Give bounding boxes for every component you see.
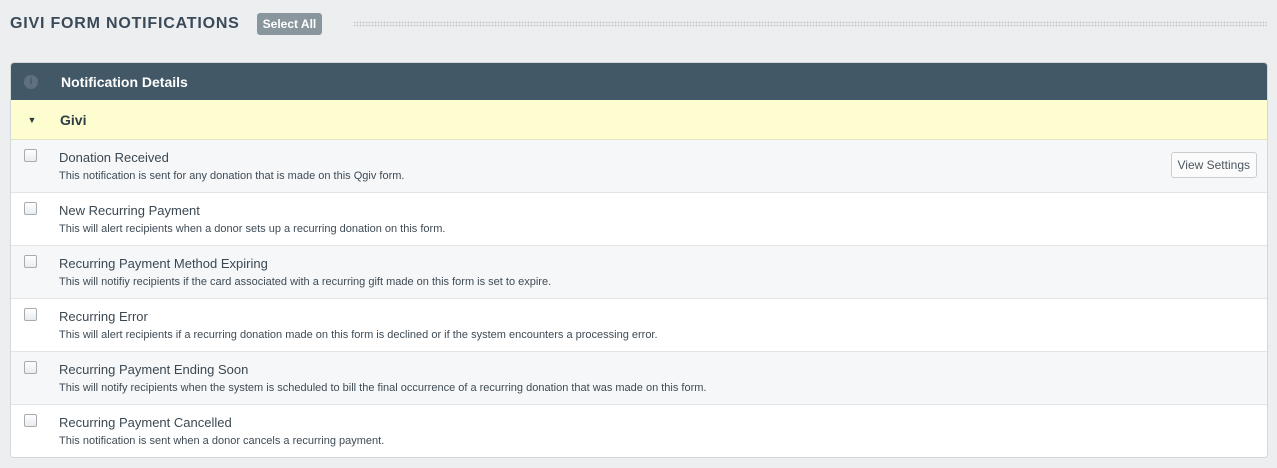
notification-row: Recurring Payment Method Expiring This w… — [11, 246, 1267, 299]
notification-description: This notification is sent for any donati… — [59, 170, 405, 182]
header-divider — [353, 21, 1267, 27]
notification-description: This will alert recipients when a donor … — [59, 223, 446, 235]
page-header: GIVI FORM NOTIFICATIONS Select All — [10, 10, 1267, 38]
notification-title: Recurring Payment Ending Soon — [59, 362, 249, 377]
notification-description: This will alert recipients if a recurrin… — [59, 329, 658, 341]
notification-row: Recurring Payment Cancelled This notific… — [11, 405, 1267, 457]
panel-header: i Notification Details — [11, 63, 1267, 100]
notification-checkbox[interactable] — [24, 361, 37, 374]
notification-checkbox[interactable] — [24, 255, 37, 268]
notification-row: Recurring Error This will alert recipien… — [11, 299, 1267, 352]
notification-row: Recurring Payment Ending Soon This will … — [11, 352, 1267, 405]
group-row-givi[interactable]: ▼ Givi — [11, 100, 1267, 140]
notification-checkbox[interactable] — [24, 414, 37, 427]
page-title: GIVI FORM NOTIFICATIONS — [10, 15, 240, 32]
notification-checkbox[interactable] — [24, 149, 37, 162]
notification-title: Donation Received — [59, 150, 169, 165]
notification-description: This notification is sent when a donor c… — [59, 435, 385, 447]
notification-title: Recurring Payment Method Expiring — [59, 256, 268, 271]
group-label: Givi — [60, 111, 87, 128]
notification-description: This will notify recipients when the sys… — [59, 382, 707, 394]
notification-title: New Recurring Payment — [59, 203, 200, 218]
notification-details-panel: i Notification Details ▼ Givi Donation R… — [10, 62, 1268, 458]
panel-title: Notification Details — [61, 73, 188, 90]
notifications-page: GIVI FORM NOTIFICATIONS Select All i Not… — [0, 0, 1277, 468]
notification-title: Recurring Error — [59, 309, 148, 324]
select-all-button[interactable]: Select All — [256, 13, 323, 35]
info-icon: i — [24, 74, 38, 89]
notification-description: This will notifiy recipients if the card… — [59, 276, 552, 288]
notification-row: Donation Received This notification is s… — [11, 140, 1267, 193]
caret-down-icon[interactable]: ▼ — [25, 115, 39, 125]
notification-title: Recurring Payment Cancelled — [59, 415, 232, 430]
view-settings-button[interactable]: View Settings — [1170, 152, 1257, 178]
notification-checkbox[interactable] — [24, 202, 37, 215]
notification-row: New Recurring Payment This will alert re… — [11, 193, 1267, 246]
notification-checkbox[interactable] — [24, 308, 37, 321]
